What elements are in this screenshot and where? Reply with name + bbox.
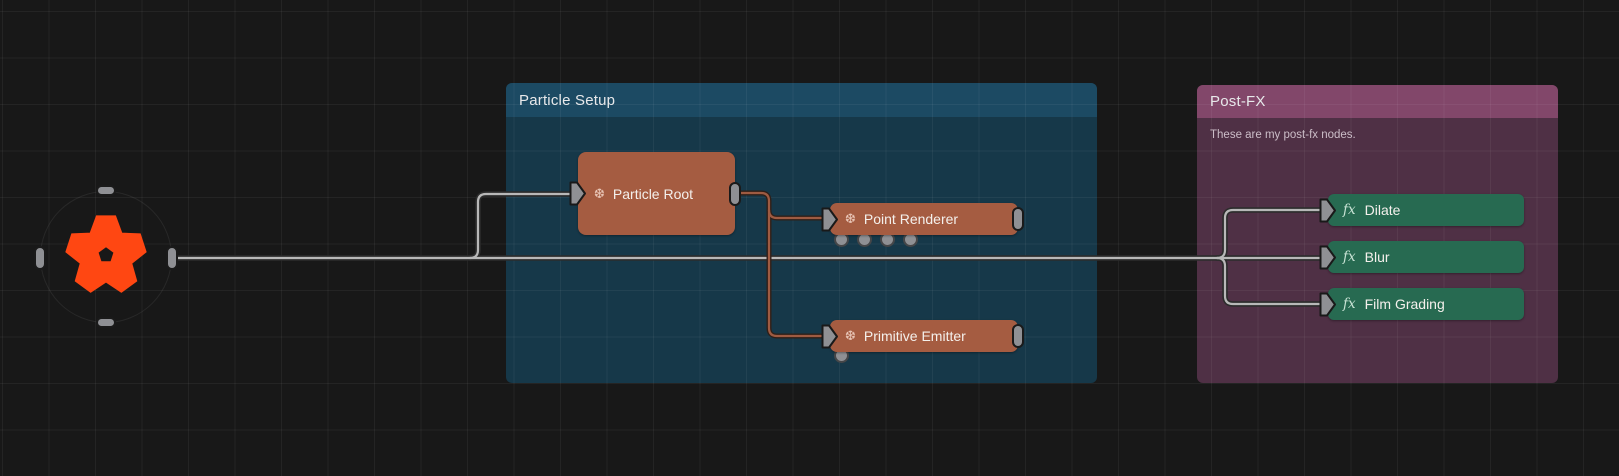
node-label: Dilate <box>1365 202 1401 218</box>
node-blur[interactable]: fx Blur <box>1328 241 1524 273</box>
node-dilate[interactable]: fx Dilate <box>1328 194 1524 226</box>
node-point-renderer[interactable]: ❆ Point Renderer <box>830 203 1018 235</box>
snowflake-icon: ❆ <box>594 186 605 202</box>
star-logo-icon[interactable] <box>56 203 156 307</box>
input-port-arrow[interactable] <box>1318 244 1337 271</box>
wire-to-dilate[interactable] <box>1217 210 1325 258</box>
node-particle-root[interactable]: ❆ Particle Root <box>578 152 735 235</box>
particle-wire-branch-outline <box>769 210 821 218</box>
fx-icon: fx <box>1343 249 1356 265</box>
output-port[interactable] <box>729 182 741 206</box>
start-node-port-bottom[interactable] <box>96 317 116 328</box>
wire-layer <box>0 0 1619 476</box>
snowflake-icon: ❆ <box>845 211 856 227</box>
node-label: Film Grading <box>1365 296 1445 312</box>
wire-to-primitive-emitter[interactable] <box>738 193 821 336</box>
wire-to-film-grading-outline <box>1217 258 1325 304</box>
node-label: Primitive Emitter <box>864 328 966 344</box>
node-label: Particle Root <box>613 186 693 202</box>
wire-to-particle-root[interactable] <box>470 194 574 258</box>
node-label: Blur <box>1365 249 1390 265</box>
particle-wire-outline <box>738 193 821 336</box>
output-port[interactable] <box>1012 324 1024 348</box>
output-port[interactable] <box>1012 207 1024 231</box>
input-port-arrow[interactable] <box>1318 197 1337 224</box>
start-node-port-left[interactable] <box>34 246 46 270</box>
wire-to-film-grading[interactable] <box>1217 258 1325 304</box>
fx-icon: fx <box>1343 296 1356 312</box>
node-label: Point Renderer <box>864 211 958 227</box>
node-film-grading[interactable]: fx Film Grading <box>1328 288 1524 320</box>
fx-icon: fx <box>1343 202 1356 218</box>
input-port-arrow[interactable] <box>820 206 839 233</box>
snowflake-icon: ❆ <box>845 328 856 344</box>
input-port-arrow[interactable] <box>1318 291 1337 318</box>
start-node-port-top[interactable] <box>96 185 116 196</box>
wire-to-particle-root-outline <box>470 194 574 258</box>
wire-to-dilate-outline <box>1217 210 1325 258</box>
node-graph-canvas[interactable]: Particle Setup Post-FX These are my post… <box>0 0 1619 476</box>
input-port-arrow[interactable] <box>820 323 839 350</box>
start-node-port-right[interactable] <box>166 246 178 270</box>
input-port-arrow[interactable] <box>568 180 587 207</box>
node-primitive-emitter[interactable]: ❆ Primitive Emitter <box>830 320 1018 352</box>
